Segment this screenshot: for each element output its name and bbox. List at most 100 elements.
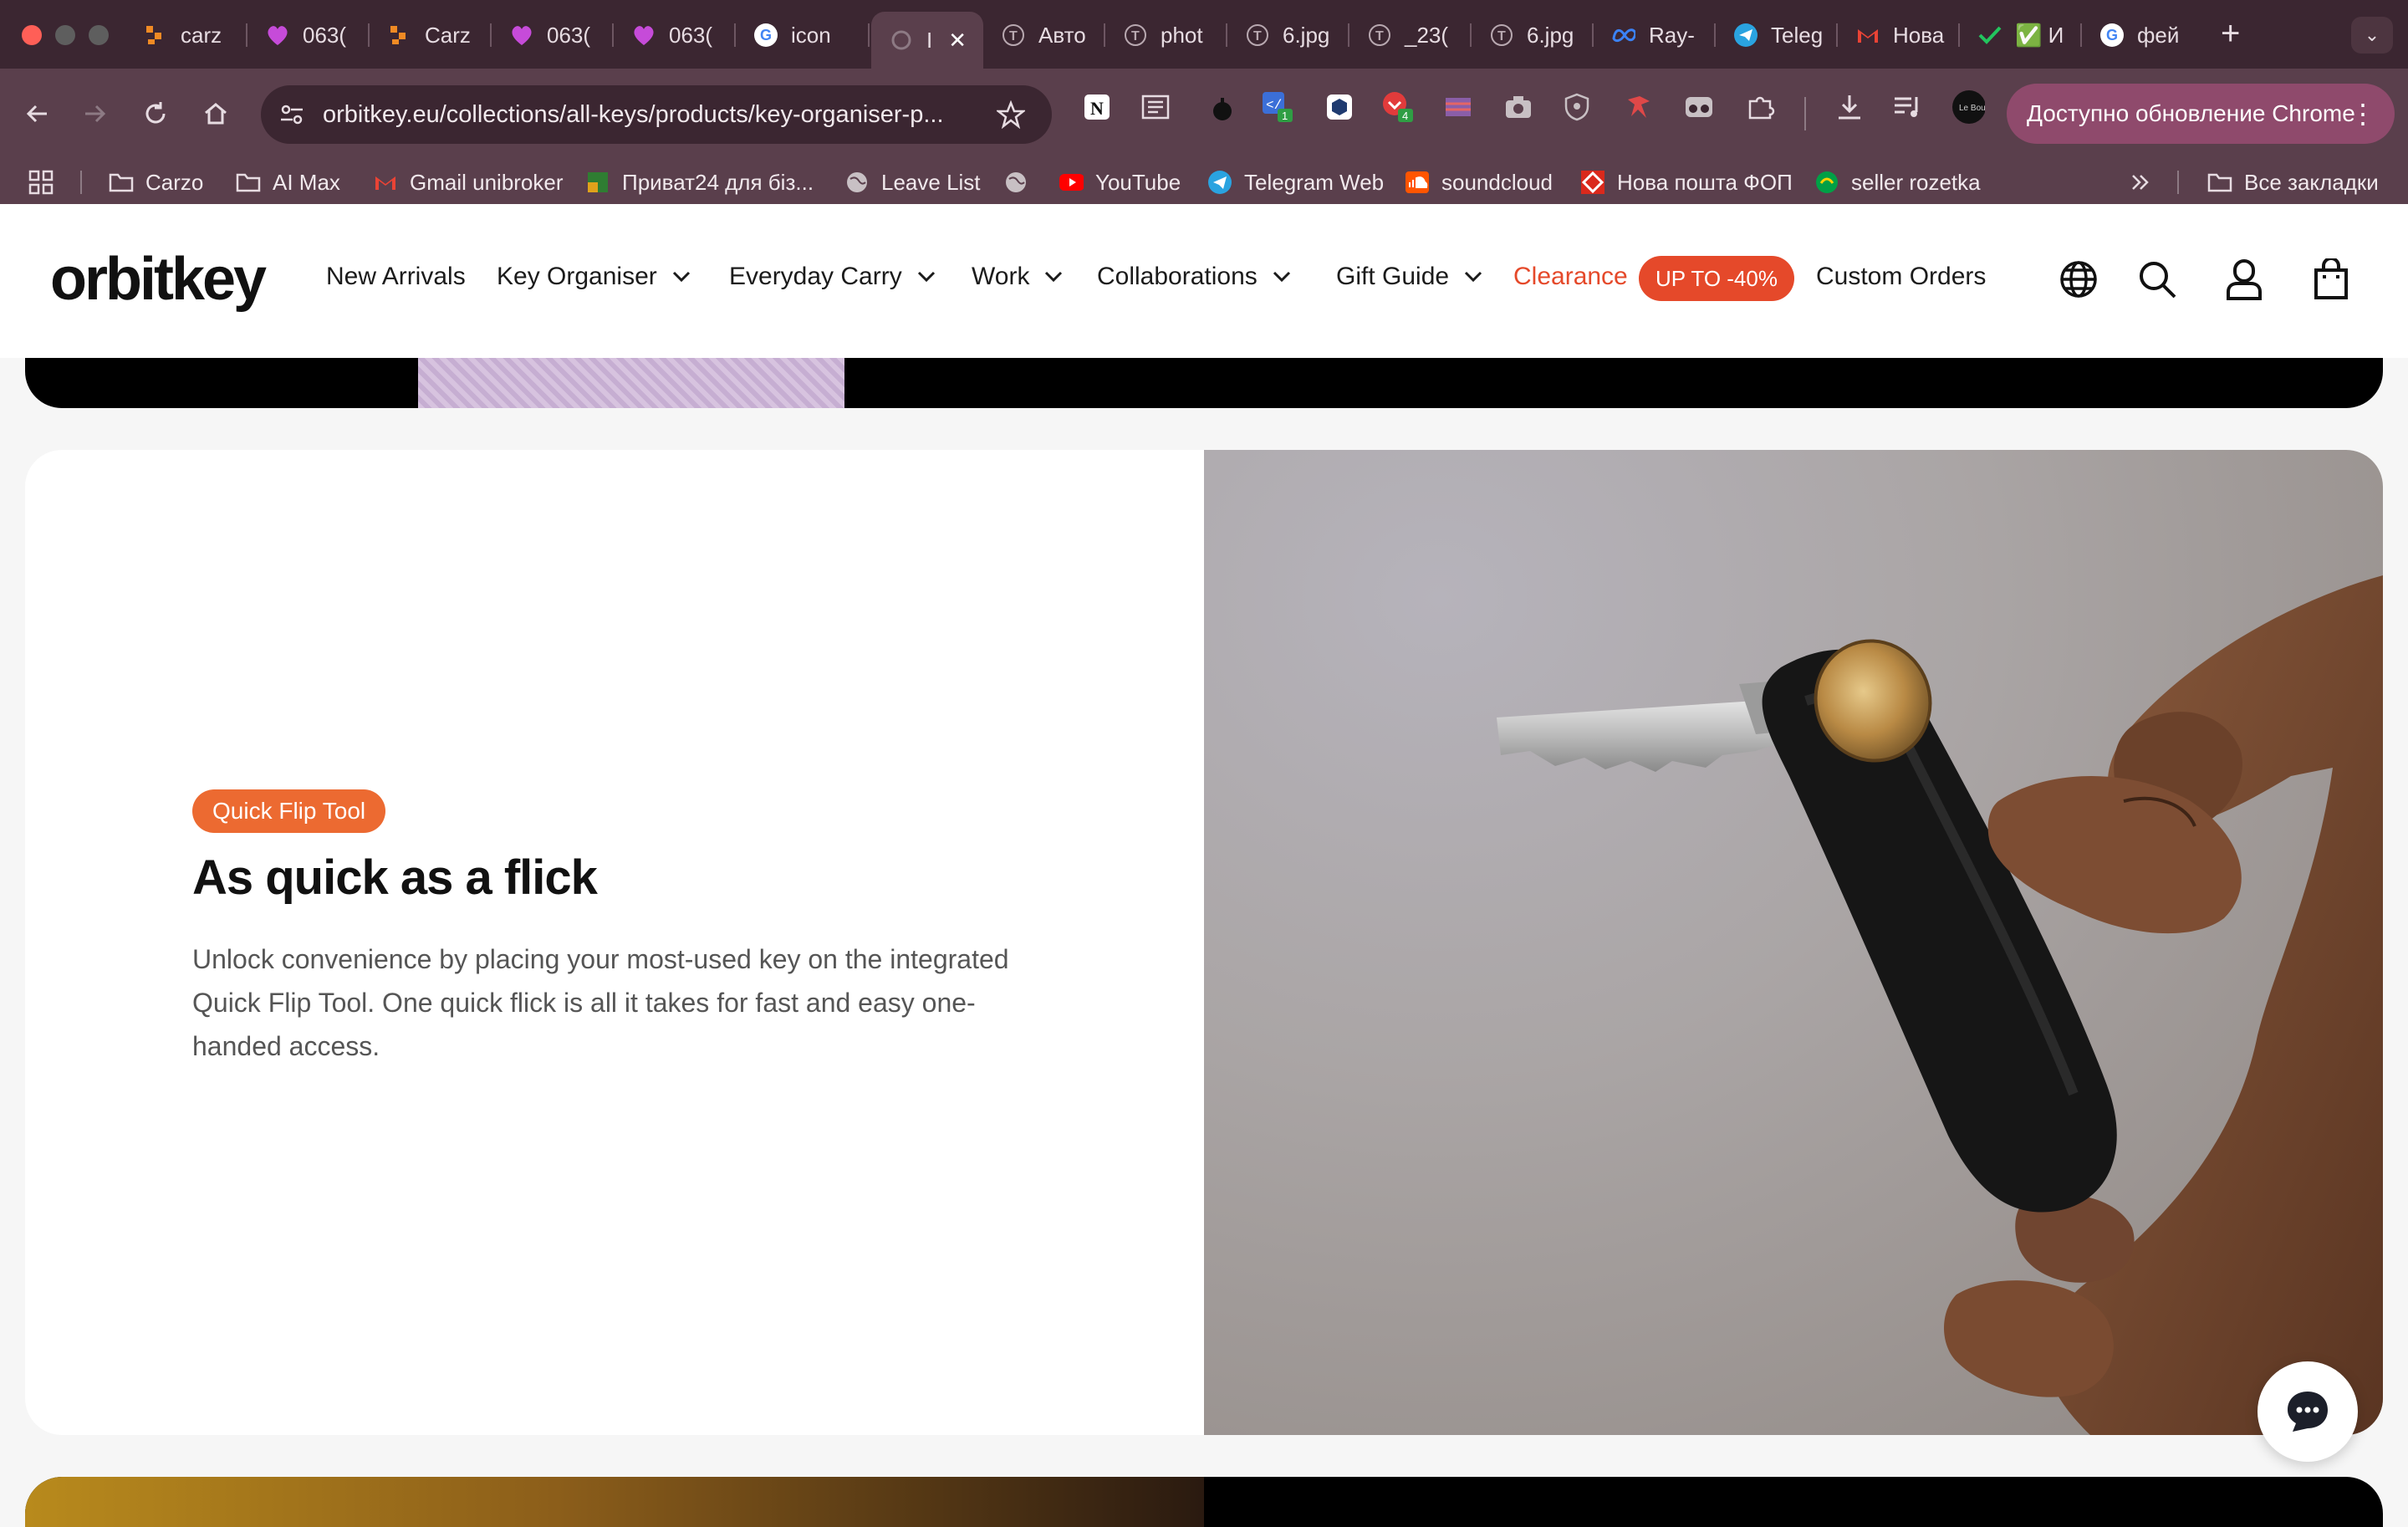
browser-tab-strip: carz 063( Carz 063( 063( G icon I ✕ T Ав… <box>0 0 2408 69</box>
bird-extension-icon[interactable] <box>1622 90 1656 124</box>
camera-extension-icon[interactable] <box>1502 90 1535 124</box>
more-vertical-icon[interactable]: ⋮ <box>2349 97 2376 130</box>
bookmark-item[interactable]: Gmail unibroker <box>373 161 564 204</box>
bookmark-item[interactable]: Нова пошта ФОП <box>1580 161 1793 204</box>
browser-tab[interactable]: carz <box>125 12 247 59</box>
account-user-icon[interactable] <box>2221 256 2268 303</box>
minimize-window-button[interactable] <box>55 25 75 45</box>
next-section-image <box>25 1477 1204 1527</box>
nav-custom-orders[interactable]: Custom Orders <box>1816 263 1986 291</box>
all-bookmarks-button[interactable]: Все закладки <box>2207 161 2379 204</box>
chevron-down-icon <box>1465 271 1482 283</box>
bookmark-star-icon[interactable] <box>997 100 1025 129</box>
bookmark-item[interactable] <box>1003 161 1040 204</box>
pocket-extension-icon[interactable]: 4 <box>1381 90 1415 124</box>
browser-tab[interactable]: Teleg <box>1716 12 1838 59</box>
browser-tab[interactable]: T Авто <box>983 12 1105 59</box>
reload-button[interactable] <box>132 90 179 137</box>
tab-search-button[interactable]: ⌄ <box>2351 17 2393 54</box>
close-tab-icon[interactable]: ✕ <box>948 28 967 54</box>
globe-icon <box>844 170 870 195</box>
more-bookmarks-button[interactable] <box>2130 161 2150 204</box>
privat-icon <box>585 170 610 195</box>
site-settings-icon[interactable] <box>279 103 304 126</box>
browser-tab-active[interactable]: I ✕ <box>871 12 983 69</box>
nav-clearance[interactable]: Clearance <box>1513 263 1628 291</box>
soundcloud-icon <box>1405 170 1430 195</box>
bookmark-item[interactable]: seller rozetka <box>1814 161 1981 204</box>
chrome-update-button[interactable]: Доступно обновление Chrome ⋮ <box>2007 84 2395 144</box>
close-window-button[interactable] <box>22 25 42 45</box>
svg-text:T: T <box>1375 29 1384 43</box>
bookmark-item[interactable]: Приват24 для біз... <box>585 161 814 204</box>
bookmark-item[interactable]: Telegram Web <box>1207 161 1384 204</box>
search-icon[interactable] <box>2134 256 2181 303</box>
bookmark-item[interactable]: soundcloud <box>1405 161 1553 204</box>
profile-avatar[interactable]: Le Bouq <box>1951 90 1985 124</box>
apps-button[interactable] <box>28 161 54 204</box>
bookmark-item[interactable]: YouTube <box>1059 161 1181 204</box>
browser-tab[interactable]: Нова <box>1838 12 1960 59</box>
browser-tab[interactable]: T phot <box>1105 12 1227 59</box>
browser-tab[interactable]: Carz <box>370 12 492 59</box>
tab-title: Авто <box>1038 22 1086 48</box>
browser-tab[interactable]: T 6.jpg <box>1227 12 1349 59</box>
browser-tab[interactable]: 063( <box>614 12 736 59</box>
tab-title: 063( <box>303 22 347 48</box>
feature-description: Unlock convenience by placing your most-… <box>192 944 1009 1061</box>
hand-holding-key-image <box>1497 575 2383 1435</box>
rozetka-icon <box>1814 170 1839 195</box>
nav-label: Gift Guide <box>1336 263 1450 290</box>
browser-tab[interactable]: ✅ И <box>1960 12 2082 59</box>
feature-tag: Quick Flip Tool <box>192 789 386 833</box>
shopping-bag-icon[interactable] <box>2308 256 2354 303</box>
downloads-icon[interactable] <box>1833 90 1866 124</box>
clearance-badge[interactable]: UP TO -40% <box>1639 256 1794 301</box>
nav-new-arrivals[interactable]: New Arrivals <box>326 263 466 291</box>
folder-icon <box>2207 170 2232 195</box>
telegram-icon <box>1734 23 1758 47</box>
media-control-icon[interactable] <box>1891 90 1925 124</box>
meta-icon <box>1612 23 1635 47</box>
nav-everyday-carry[interactable]: Everyday Carry <box>729 263 936 291</box>
extension-badge: 4 <box>1402 110 1408 122</box>
browser-tab[interactable]: 063( <box>247 12 370 59</box>
new-tab-button[interactable]: + <box>2221 15 2240 53</box>
notion-extension-icon[interactable]: N <box>1080 90 1114 124</box>
chat-support-button[interactable] <box>2258 1361 2358 1462</box>
bookmark-item[interactable]: Leave List <box>844 161 981 204</box>
bookmark-label: soundcloud <box>1441 169 1553 195</box>
reader-extension-icon[interactable] <box>1139 90 1172 124</box>
browser-tab[interactable]: G фей <box>2082 12 2204 59</box>
shield-extension-icon[interactable] <box>1560 90 1594 124</box>
nav-gift-guide[interactable]: Gift Guide <box>1336 263 1482 291</box>
spy-extension-icon[interactable] <box>1682 90 1716 124</box>
nav-work[interactable]: Work <box>972 263 1063 291</box>
language-globe-icon[interactable] <box>2055 256 2102 303</box>
flag-extension-icon[interactable] <box>1441 90 1475 124</box>
back-button[interactable] <box>13 90 60 137</box>
apple-extension-icon[interactable] <box>1206 92 1239 125</box>
home-button[interactable] <box>192 90 239 137</box>
tab-title: carz <box>181 22 222 48</box>
browser-tab[interactable]: 063( <box>492 12 614 59</box>
bookmark-item[interactable]: AI Max <box>236 161 340 204</box>
tab-title: ✅ И <box>2015 22 2064 48</box>
site-logo[interactable]: orbitkey <box>50 246 267 313</box>
browser-tab[interactable]: Ray- <box>1594 12 1716 59</box>
address-bar[interactable]: orbitkey.eu/collections/all-keys/product… <box>261 85 1052 144</box>
forward-arrow-icon <box>85 105 106 123</box>
browser-tab[interactable]: G icon <box>736 12 870 59</box>
code-extension-icon[interactable]: </1 <box>1261 90 1294 124</box>
nav-collaborations[interactable]: Collaborations <box>1097 263 1291 291</box>
cube-extension-icon[interactable] <box>1323 90 1356 124</box>
svg-text:T: T <box>1497 29 1506 43</box>
extensions-puzzle-icon[interactable] <box>1744 90 1778 124</box>
forward-button[interactable] <box>72 90 119 137</box>
browser-tab[interactable]: T _23( <box>1349 12 1472 59</box>
browser-tab[interactable]: T 6.jpg <box>1472 12 1594 59</box>
quick-flip-feature-card: Quick Flip Tool As quick as a flick Unlo… <box>25 450 2383 1435</box>
nav-key-organiser[interactable]: Key Organiser <box>497 263 691 291</box>
bookmark-item[interactable]: Carzo <box>109 161 203 204</box>
maximize-window-button[interactable] <box>89 25 109 45</box>
